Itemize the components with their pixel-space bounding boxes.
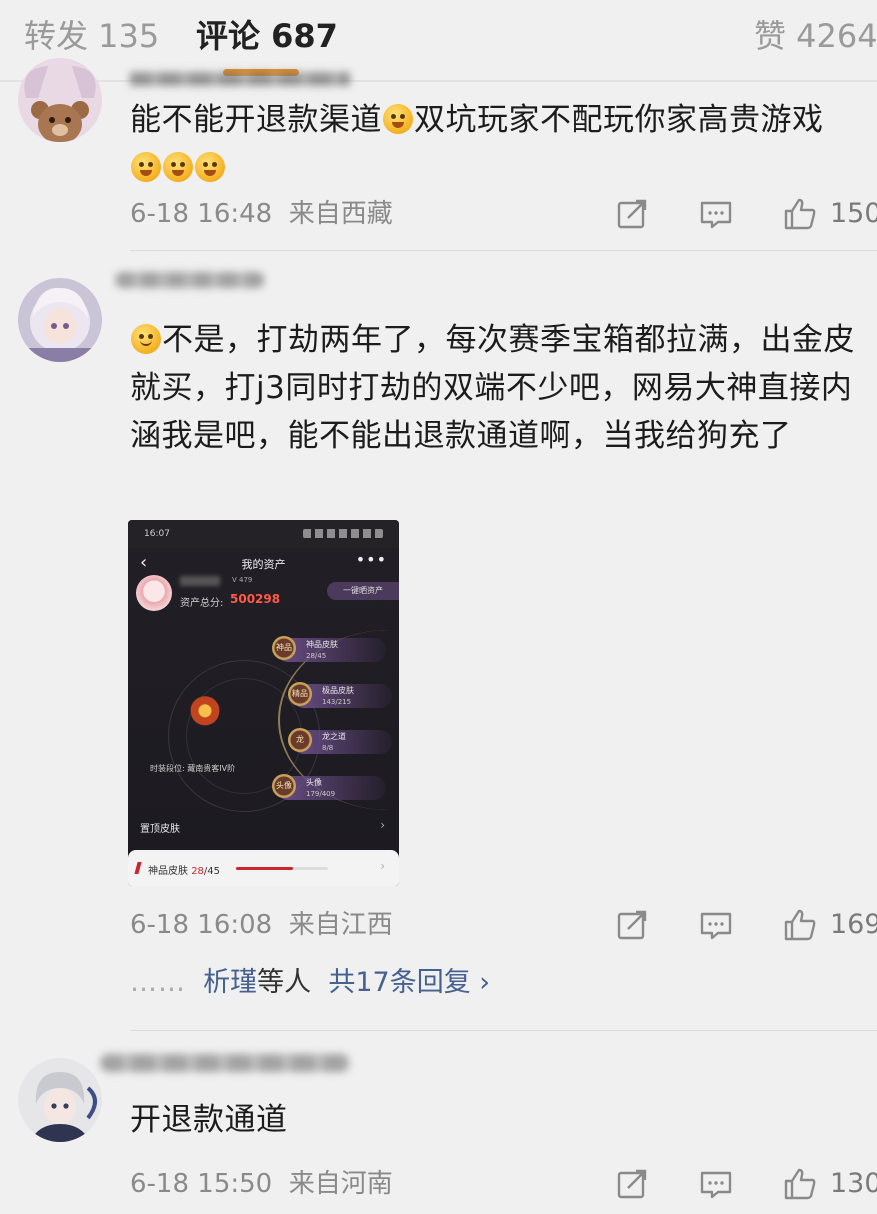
status-bar: 16:07 (128, 520, 399, 548)
skin-progress-fill (236, 867, 294, 870)
status-time: 16:07 (144, 529, 170, 539)
reply-user-link[interactable]: 析瑾 (203, 967, 257, 998)
emoji-icon (163, 152, 193, 182)
like-count: 150 (830, 198, 877, 229)
node-count: 143/215 (322, 698, 352, 706)
comment-time: 6-18 16:08 (130, 910, 273, 940)
comment-text-part: 双坑玩家不配玩你家高贵游戏 (414, 102, 824, 138)
avatar-anime-icon (18, 1058, 102, 1142)
like-count: 130 (830, 1168, 877, 1199)
replies-suffix: 等人 (257, 967, 312, 998)
tab-reposts[interactable]: 转发 135 (24, 14, 159, 58)
status-icons (303, 529, 383, 538)
comment-meta: 6-18 16:48 来自西藏 (130, 196, 393, 232)
comment-time: 6-18 15:50 (130, 1169, 273, 1199)
like-icon[interactable] (782, 1166, 818, 1202)
emoji-icon (195, 152, 225, 182)
more-icon: ••• (355, 550, 387, 569)
username-redacted (130, 62, 350, 92)
comment-icon[interactable] (698, 196, 734, 232)
emoji-icon (383, 104, 413, 134)
asset-node: 精品 极品皮肤 143/215 (288, 682, 392, 708)
node-name: 神品皮肤 (306, 640, 338, 649)
fashion-emblem-icon (190, 682, 220, 730)
chevron-right-icon: › (380, 859, 385, 873)
comment-location: 来自西藏 (288, 199, 393, 229)
skin-progress-card: 神品皮肤 28/45 › (128, 850, 399, 886)
chevron-right-icon: › (380, 818, 385, 832)
username-redacted (180, 576, 220, 586)
attached-screenshot[interactable]: 16:07 ‹ 我的资产 ••• V 479 资产总分: 500298 一键晒资… (128, 520, 399, 886)
level-badge: V 479 (232, 576, 253, 584)
red-mark (134, 862, 142, 874)
skin-progress-bar (236, 867, 328, 870)
like-icon[interactable] (782, 196, 818, 232)
node-name: 头像 (306, 778, 322, 787)
node-name: 龙之道 (322, 732, 346, 741)
asset-node: 神品 神品皮肤 28/45 (272, 636, 386, 662)
like-icon[interactable] (782, 907, 818, 943)
card-total: /45 (203, 866, 221, 877)
view-replies-link[interactable]: 共17条回复 › (328, 967, 490, 998)
avatar-girl-icon (18, 278, 102, 362)
username-redacted (100, 1044, 350, 1074)
avatar[interactable] (18, 58, 102, 142)
node-name: 极品皮肤 (322, 686, 354, 695)
share-assets-button: 一键晒资产 (327, 582, 399, 600)
avatar[interactable] (18, 1058, 102, 1142)
card-label: 神品皮肤 (148, 866, 188, 877)
node-count: 179/409 (306, 790, 336, 798)
like-count: 169 (830, 909, 877, 940)
divider (130, 1030, 877, 1031)
replies-dots: …… (130, 967, 186, 998)
asset-node: 龙 龙之道 8/8 (288, 728, 392, 754)
divider (130, 250, 877, 251)
node-badge: 神品 (272, 636, 296, 660)
node-badge: 头像 (272, 774, 296, 798)
comment-text: 不是，打劫两年了，每次赛季宝箱都拉满，出金皮就买，打j3同时打劫的双端不少吧，网… (130, 316, 860, 460)
comment-text-part: 不是，打劫两年了，每次赛季宝箱都拉满，出金皮就买，打j3同时打劫的双端不少吧，网… (130, 322, 855, 454)
comment-time: 6-18 16:48 (130, 199, 273, 229)
node-count: 28/45 (306, 652, 327, 660)
emoji-icon (131, 152, 161, 182)
avatar[interactable] (18, 278, 102, 362)
comment-location: 来自河南 (288, 1169, 393, 1199)
node-badge: 精品 (288, 682, 312, 706)
comment-text-part: 能不能开退款渠道 (130, 102, 382, 138)
node-count: 8/8 (322, 744, 334, 752)
replies-summary[interactable]: …… 析瑾等人 共17条回复 › (130, 963, 490, 1003)
repost-icon[interactable] (614, 196, 650, 232)
score-value: 500298 (230, 592, 281, 606)
profile-avatar (136, 575, 172, 611)
fashion-rank: 时装段位: 藏南贵客IV阶 (150, 764, 236, 773)
comment-location: 来自江西 (288, 910, 393, 940)
repost-icon[interactable] (614, 1166, 650, 1202)
comment-icon[interactable] (698, 1166, 734, 1202)
repost-icon[interactable] (614, 907, 650, 943)
comment-icon[interactable] (698, 907, 734, 943)
comment-text: 开退款通道 (130, 1102, 288, 1138)
smile-emoji-icon (131, 324, 161, 354)
screenshot-header: ‹ 我的资产 ••• (128, 548, 399, 578)
card-value: 28 (191, 866, 204, 877)
username-redacted (115, 266, 265, 296)
avatar-bear-icon (18, 58, 102, 142)
tab-comments[interactable]: 评论 687 (196, 14, 338, 58)
tab-likes[interactable]: 赞 4264 (754, 14, 877, 58)
asset-node: 头像 头像 179/409 (272, 774, 386, 800)
score-label: 资产总分: (180, 598, 224, 609)
node-badge: 龙 (288, 728, 312, 752)
comment-text: 能不能开退款渠道 双坑玩家不配玩你家高贵游戏 (130, 96, 860, 192)
comment-meta: 6-18 16:08 来自江西 (130, 907, 393, 943)
pinned-skin-label: 置顶皮肤 (140, 824, 180, 835)
comment-meta: 6-18 15:50 来自河南 (130, 1166, 393, 1202)
skin-progress-label: 神品皮肤 28/45 (148, 862, 220, 877)
